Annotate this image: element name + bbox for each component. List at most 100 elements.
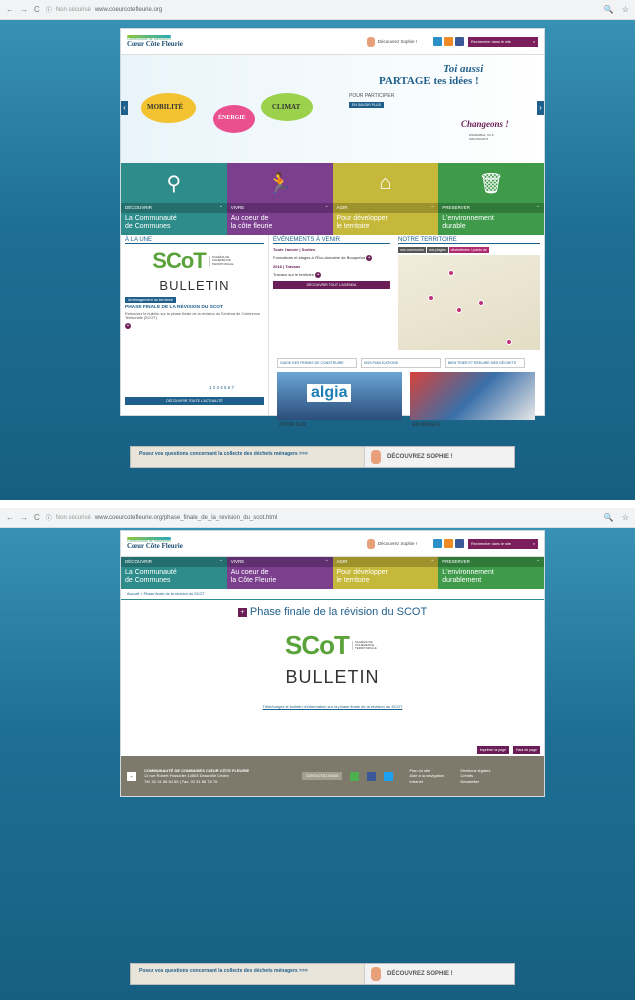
banner-prev-icon[interactable]: ‹: [121, 101, 128, 115]
nav-vivre[interactable]: VIVRE ⌃: [226, 203, 333, 213]
decouvrez-sophie-button[interactable]: DÉCOUVREZ SOPHIE !: [364, 964, 514, 984]
bin-icon[interactable]: 🗑: [438, 163, 544, 203]
sophie-link[interactable]: Découvrez Sophie !: [366, 36, 417, 47]
nav-desc-agir[interactable]: Pour développer le territoire: [332, 567, 439, 589]
magnifier-icon[interactable]: ⚲: [121, 163, 227, 203]
map-pin-icon[interactable]: [506, 339, 512, 345]
territory-map[interactable]: [398, 255, 540, 350]
mail-icon[interactable]: [433, 539, 442, 548]
search-icon[interactable]: ⌕: [533, 40, 535, 44]
nav-preserver[interactable]: PRESERVER ⌃: [438, 557, 544, 567]
category-tag[interactable]: Aménagement du territoire: [125, 297, 176, 303]
nav-desc-decouvrir[interactable]: La Communauté de Communes: [121, 567, 227, 589]
address-bar[interactable]: ⓘ Non sécurisé www.coeurcotefleurie.org/…: [46, 513, 278, 523]
nav-desc-vivre[interactable]: Au coeur de la côte fleurie: [226, 213, 333, 235]
pagination[interactable]: 1 2 3 4 5 6 7: [209, 385, 234, 390]
nav-line1: L'environnement: [442, 215, 494, 222]
all-news-button[interactable]: DÉCOUVRIR TOUTE L'ACTUALITÉ: [125, 397, 264, 405]
agenda-button[interactable]: DÉCOUVRIR TOUT L'AGENDA: [273, 281, 390, 289]
images-label: EN IMAGES: [412, 422, 440, 428]
contact-button[interactable]: CONTACTEZ-NOUS: [302, 772, 343, 780]
collecte-banner[interactable]: Posez vos questions concernant la collec…: [130, 963, 515, 985]
images-image[interactable]: EN IMAGES: [410, 372, 535, 428]
rss-icon[interactable]: [444, 539, 453, 548]
map-pin-icon[interactable]: [428, 295, 434, 301]
rss-icon[interactable]: [444, 37, 453, 46]
search-input[interactable]: Rechercher dans le site ⌕: [468, 538, 538, 549]
tab-plages[interactable]: nos plages: [426, 247, 448, 253]
collecte-banner[interactable]: Posez vos questions concernant la collec…: [130, 446, 515, 468]
site-logo[interactable]: Communauté de communes Cœur Côte Fleurie: [127, 34, 183, 49]
scot-letters: SCoT: [152, 248, 206, 273]
mail-icon[interactable]: [433, 37, 442, 46]
reload-icon[interactable]: C: [34, 5, 40, 14]
search-icon[interactable]: ⌕: [533, 542, 535, 546]
nav-desc-vivre[interactable]: Au coeur de la Côte Fleurie: [226, 567, 333, 589]
back-icon[interactable]: ←: [6, 5, 14, 14]
address-bar[interactable]: ⓘ Non sécurisé www.coeurcotefleurie.org: [46, 5, 162, 15]
site-logo[interactable]: Communauté de communes Cœur Côte Fleurie: [127, 536, 183, 551]
facebook-icon[interactable]: [367, 771, 377, 781]
footer-link[interactable]: Aide à la navigation: [409, 773, 444, 779]
nav-key: VIVRE: [230, 205, 245, 210]
forward-icon[interactable]: →: [20, 5, 28, 14]
nav-decouvrir[interactable]: DÉCOUVRIR ⌃: [121, 203, 227, 213]
tab-communes[interactable]: nos communes: [398, 247, 426, 253]
nav-vivre[interactable]: VIVRE ⌃: [226, 557, 333, 567]
news-title[interactable]: PHASE FINALE DE LA RÉVISION DU SCOT: [125, 305, 264, 310]
search-input[interactable]: Rechercher dans le site ⌕: [468, 36, 538, 47]
facebook-icon[interactable]: [455, 37, 464, 46]
url-text: www.coeurcotefleurie.org/phase_finale_de…: [94, 514, 278, 521]
chevron-up-icon: ⌃: [536, 205, 540, 210]
back-icon[interactable]: ←: [6, 513, 14, 522]
algia-text: algia: [307, 384, 352, 402]
nav-line1: L'environnement: [442, 569, 494, 576]
nav-preserver[interactable]: PRESERVER ⌃: [438, 203, 544, 213]
top-button[interactable]: Haut de page: [512, 746, 540, 754]
print-button[interactable]: Imprimer la page: [476, 746, 509, 754]
runner-icon[interactable]: 🏃: [226, 163, 333, 203]
facebook-icon[interactable]: [455, 539, 464, 548]
nav-agir[interactable]: AGIR ⌃: [332, 203, 439, 213]
nav-key: DÉCOUVRIR: [125, 559, 153, 564]
event-text[interactable]: Travaux sur le territoire +: [273, 272, 390, 278]
twitter-icon[interactable]: [384, 771, 394, 781]
sophie-link[interactable]: Découvrez Sophie !: [366, 538, 417, 549]
plus-icon[interactable]: +: [125, 323, 131, 329]
share-icon[interactable]: [350, 771, 360, 781]
plus-icon[interactable]: +: [315, 272, 322, 278]
guide-link[interactable]: GUIDE DES PERMIS DE CONSTRUIRE: [277, 358, 357, 368]
nav-desc-preserver[interactable]: L'environnement durablement: [438, 567, 544, 589]
star-icon[interactable]: ☆: [622, 513, 629, 522]
en-savoir-plus-button[interactable]: EN SAVOIR PLUS: [349, 102, 384, 108]
banner-next-icon[interactable]: ›: [537, 101, 544, 115]
collecte-question[interactable]: Posez vos questions concernant la collec…: [131, 447, 364, 467]
breadcrumb[interactable]: Accueil > Phase finale de la révision du…: [121, 589, 544, 600]
map-pin-icon[interactable]: [456, 307, 462, 313]
footer-link[interactable]: Newsletter: [460, 779, 490, 785]
event-text[interactable]: Formations et stages à l'Éco-domaine de …: [273, 255, 390, 261]
trier-link[interactable]: BIEN TRIER ET RÉDUIRE MES DÉCHETS: [445, 358, 525, 368]
star-icon[interactable]: ☆: [622, 5, 629, 14]
plus-icon[interactable]: +: [366, 255, 373, 261]
forward-icon[interactable]: →: [20, 513, 28, 522]
nav-decouvrir[interactable]: DÉCOUVRIR ⌃: [121, 557, 227, 567]
download-link[interactable]: Téléchargez le bulletin d'information su…: [121, 704, 544, 709]
nav-agir[interactable]: AGIR ⌃: [332, 557, 439, 567]
house-icon[interactable]: ⌂: [332, 163, 439, 203]
tab-dechetteries[interactable]: déchetteries / points de: [448, 247, 489, 253]
decouvrez-sophie-button[interactable]: DÉCOUVREZ SOPHIE !: [364, 447, 514, 467]
zoom-icon[interactable]: 🔍: [604, 513, 614, 522]
scot-logo: SCoT SCHÉMA DE COHÉRENCE TERRITORIALE: [125, 248, 264, 274]
map-pin-icon[interactable]: [478, 300, 484, 306]
nav-desc-agir[interactable]: Pour développer le territoire: [332, 213, 439, 235]
footer-link[interactable]: Intranet: [409, 779, 444, 785]
collecte-question[interactable]: Posez vos questions concernant la collec…: [131, 964, 364, 984]
map-pin-icon[interactable]: [448, 270, 454, 276]
nav-desc-decouvrir[interactable]: La Communauté de Communes: [121, 213, 227, 235]
zoom-image[interactable]: algia ZOOM SUR: [277, 372, 402, 428]
zoom-icon[interactable]: 🔍: [604, 5, 614, 14]
reload-icon[interactable]: C: [34, 513, 40, 522]
publications-link[interactable]: NOS PUBLICATIONS: [361, 358, 441, 368]
nav-desc-preserver[interactable]: L'environnement durable: [438, 213, 544, 235]
